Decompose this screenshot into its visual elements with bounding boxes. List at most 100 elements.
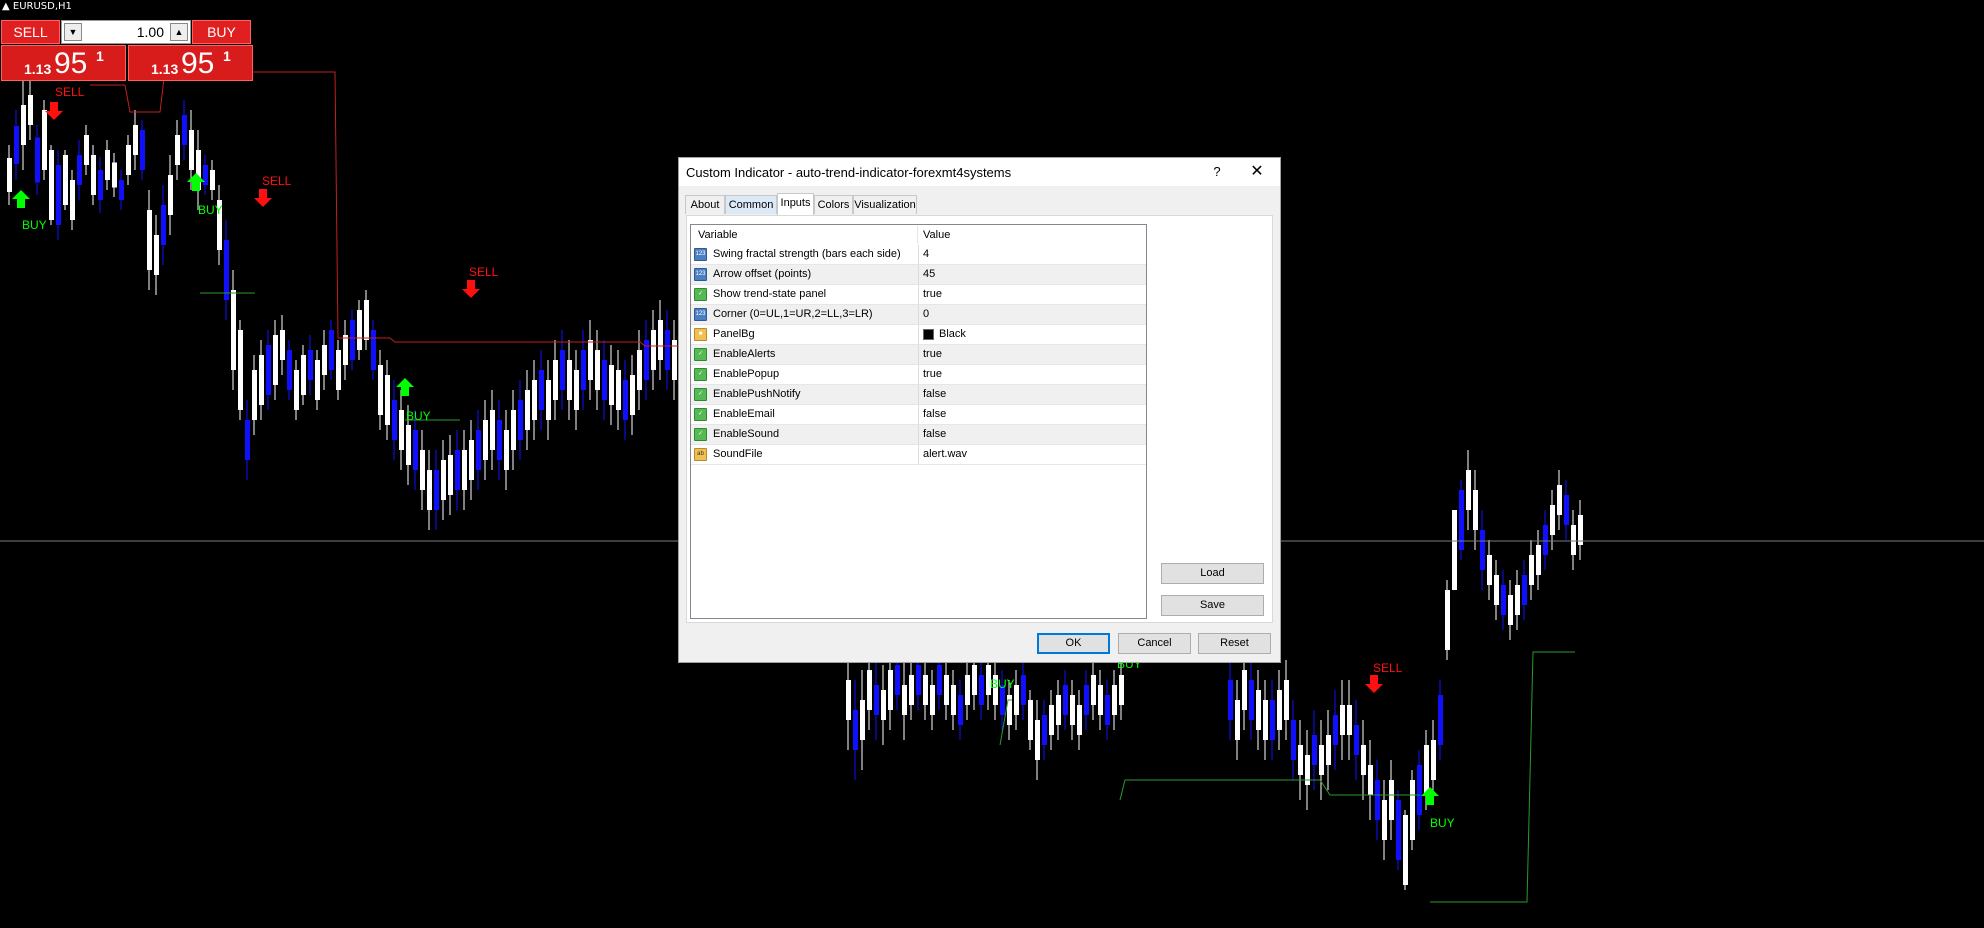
variable-value[interactable]: 45 bbox=[923, 265, 935, 284]
variable-value[interactable]: Black bbox=[939, 325, 966, 344]
candle-body bbox=[259, 355, 264, 405]
ok-button[interactable]: OK bbox=[1037, 633, 1110, 654]
input-row[interactable]: ✓ EnablePopup true bbox=[691, 365, 1146, 385]
variable-value[interactable]: true bbox=[923, 345, 942, 364]
inputs-grid[interactable]: Variable Value 123 Swing fractal strength… bbox=[690, 224, 1147, 619]
candle-body bbox=[511, 410, 516, 450]
sell-arrow-icon bbox=[45, 102, 63, 120]
grid-header: Variable Value bbox=[691, 225, 1146, 245]
candle-body bbox=[846, 680, 851, 720]
variable-value[interactable]: alert.wav bbox=[923, 445, 967, 464]
variable-name: EnablePushNotify bbox=[713, 388, 801, 400]
column-divider bbox=[918, 285, 919, 304]
candle-body bbox=[1571, 525, 1576, 555]
candle-body bbox=[1368, 765, 1373, 795]
close-icon[interactable]: ✕ bbox=[1244, 162, 1270, 182]
custom-indicator-dialog: Custom Indicator - auto-trend-indicator-… bbox=[678, 157, 1281, 663]
candle-body bbox=[1431, 740, 1436, 780]
load-button[interactable]: Load bbox=[1161, 563, 1264, 584]
input-row[interactable]: 123 Arrow offset (points) 45 bbox=[691, 265, 1146, 285]
variable-value[interactable]: false bbox=[923, 425, 946, 444]
tab-colors[interactable]: Colors bbox=[814, 195, 853, 214]
candle-body bbox=[1277, 690, 1282, 730]
chevron-down-icon[interactable]: ▼ bbox=[64, 23, 82, 41]
string-type-icon: ab bbox=[694, 448, 707, 461]
column-divider bbox=[918, 325, 919, 344]
candle-body bbox=[7, 158, 12, 192]
candle-body bbox=[532, 380, 537, 420]
input-row[interactable]: ✓ EnableSound false bbox=[691, 425, 1146, 445]
candle-body bbox=[343, 335, 348, 365]
input-row[interactable]: 123 Corner (0=UL,1=UR,2=LL,3=LR) 0 bbox=[691, 305, 1146, 325]
sell-button[interactable]: SELL bbox=[1, 20, 60, 44]
candle-body bbox=[476, 430, 481, 470]
tab-about[interactable]: About bbox=[685, 195, 725, 214]
variable-value[interactable]: 4 bbox=[923, 245, 929, 264]
buy-signal-label: BUY bbox=[22, 218, 47, 232]
candle-body bbox=[336, 350, 341, 390]
input-row[interactable]: ✓ Show trend-state panel true bbox=[691, 285, 1146, 305]
candle-body bbox=[357, 310, 362, 350]
candle-body bbox=[588, 340, 593, 380]
buy-price[interactable]: 1.13 95 1 bbox=[128, 45, 253, 81]
variable-name: Corner (0=UL,1=UR,2=LL,3=LR) bbox=[713, 308, 873, 320]
candle-body bbox=[1494, 575, 1499, 605]
input-row[interactable]: ✓ EnableAlerts true bbox=[691, 345, 1146, 365]
variable-value[interactable]: false bbox=[923, 385, 946, 404]
buy-button[interactable]: BUY bbox=[192, 20, 251, 44]
candle-body bbox=[1112, 685, 1117, 715]
column-divider bbox=[918, 365, 919, 384]
candle-body bbox=[364, 300, 369, 340]
candle-body bbox=[1298, 745, 1303, 775]
input-row[interactable]: ✓ EnablePushNotify false bbox=[691, 385, 1146, 405]
candle-body bbox=[665, 330, 670, 370]
candle-body bbox=[322, 345, 327, 375]
candle-body bbox=[42, 110, 47, 170]
lot-size-input[interactable]: ▼ 1.00 ▲ bbox=[61, 20, 191, 44]
candle-body bbox=[979, 675, 984, 705]
candle-body bbox=[1410, 780, 1415, 840]
sell-signal-label: SELL bbox=[469, 265, 499, 279]
candle-body bbox=[329, 330, 334, 370]
candle-body bbox=[287, 350, 292, 390]
candle-body bbox=[651, 330, 656, 370]
sell-price[interactable]: 1.13 95 1 bbox=[1, 45, 126, 81]
tab-inputs[interactable]: Inputs bbox=[777, 193, 814, 215]
header-divider bbox=[917, 226, 918, 244]
candle-body bbox=[1424, 745, 1429, 795]
candle-body bbox=[1228, 680, 1233, 720]
variable-value[interactable]: true bbox=[923, 285, 942, 304]
dialog-titlebar[interactable]: Custom Indicator - auto-trend-indicator-… bbox=[679, 158, 1280, 186]
variable-value[interactable]: true bbox=[923, 365, 942, 384]
sell-price-sup: 1 bbox=[96, 48, 104, 64]
candle-body bbox=[1466, 470, 1471, 510]
input-row[interactable]: ab SoundFile alert.wav bbox=[691, 445, 1146, 465]
lot-value[interactable]: 1.00 bbox=[137, 24, 164, 40]
tab-visualization[interactable]: Visualization bbox=[853, 195, 917, 214]
candle-body bbox=[1375, 780, 1380, 820]
save-button[interactable]: Save bbox=[1161, 595, 1264, 616]
cancel-button[interactable]: Cancel bbox=[1118, 633, 1191, 654]
input-row[interactable]: 123 Swing fractal strength (bars each sid… bbox=[691, 245, 1146, 265]
column-header-value[interactable]: Value bbox=[923, 225, 950, 245]
buy-arrow-icon bbox=[12, 190, 30, 208]
input-row[interactable]: ✓ EnableEmail false bbox=[691, 405, 1146, 425]
number-type-icon: 123 bbox=[694, 308, 707, 321]
candle-body bbox=[469, 440, 474, 480]
variable-value[interactable]: 0 bbox=[923, 305, 929, 324]
color-type-icon: ■ bbox=[694, 328, 707, 341]
chevron-up-icon[interactable]: ▲ bbox=[170, 23, 188, 41]
tab-common[interactable]: Common bbox=[725, 195, 777, 214]
candle-body bbox=[1382, 800, 1387, 840]
help-icon[interactable]: ? bbox=[1207, 162, 1227, 182]
input-row[interactable]: ■ PanelBg Black bbox=[691, 325, 1146, 345]
variable-name: EnableSound bbox=[713, 428, 780, 440]
reset-button[interactable]: Reset bbox=[1198, 633, 1271, 654]
column-header-variable[interactable]: Variable bbox=[698, 225, 738, 245]
candle-body bbox=[462, 450, 467, 490]
candle-body bbox=[1098, 685, 1103, 715]
candle-body bbox=[874, 685, 879, 715]
dialog-title: Custom Indicator - auto-trend-indicator-… bbox=[686, 165, 1012, 180]
candle-body bbox=[581, 350, 586, 390]
variable-value[interactable]: false bbox=[923, 405, 946, 424]
